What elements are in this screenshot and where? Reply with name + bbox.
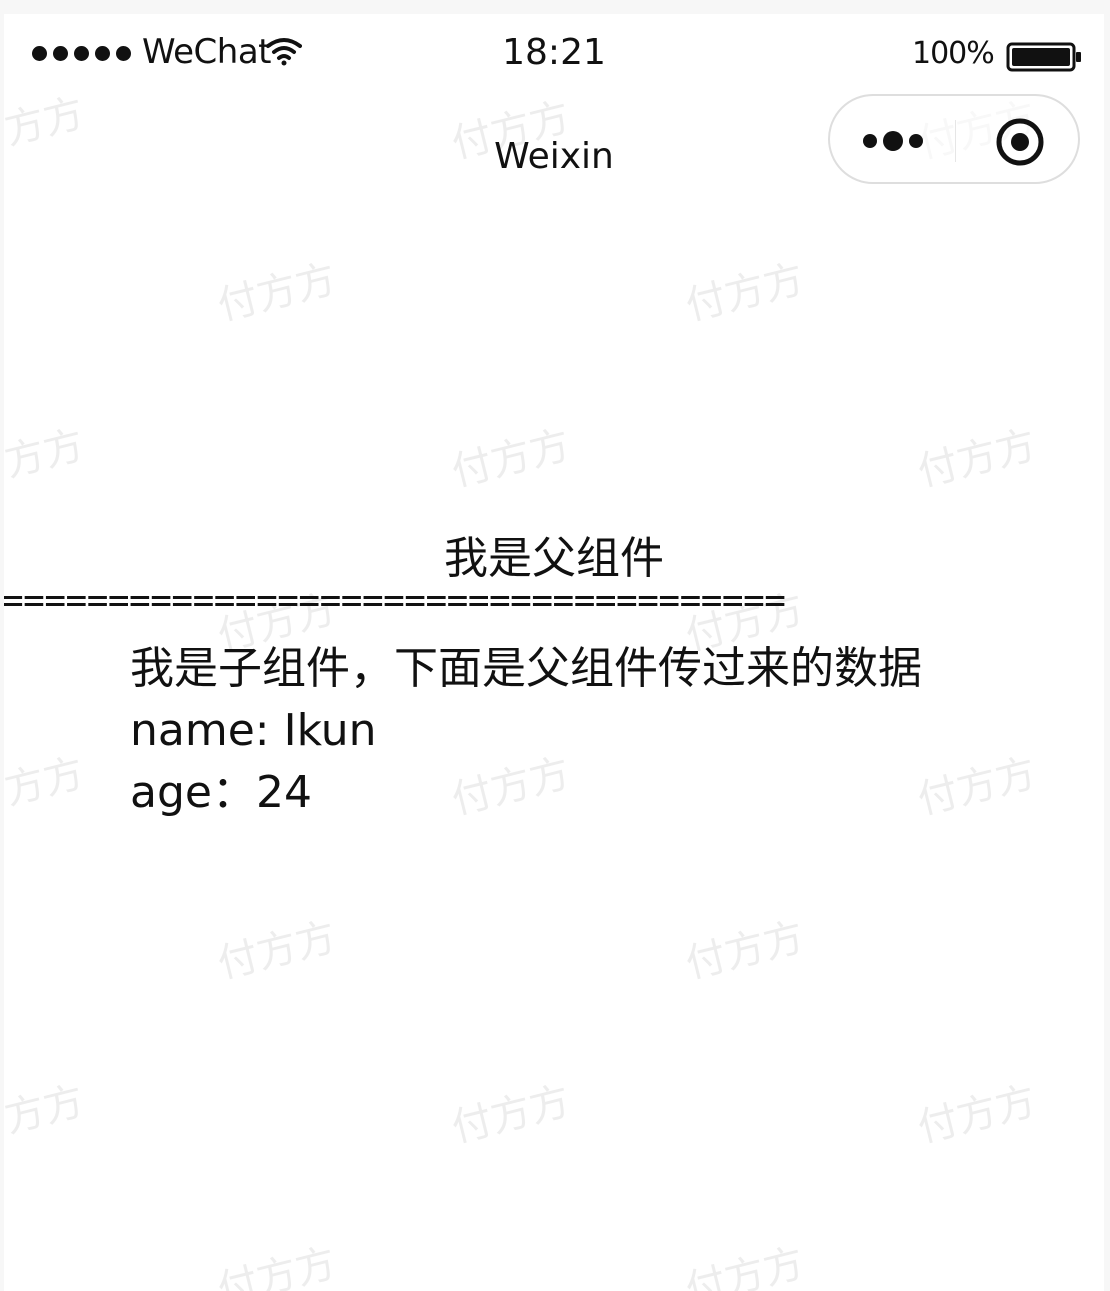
more-icon[interactable] [860, 126, 930, 156]
separator-line: ===================================== [4, 580, 786, 621]
watermark: 付方方 [4, 1078, 89, 1152]
parent-component-text: 我是父组件 [444, 533, 664, 584]
watermark: 付方方 [447, 422, 575, 496]
watermark: 付方方 [913, 750, 1041, 824]
battery-icon [1006, 42, 1081, 72]
watermark: 付方方 [913, 1078, 1041, 1152]
capsule-divider [955, 120, 956, 162]
phone-screen: 付方方 付方方 付方方 付方方 付方方 付方方 付方方 付方方 付方方 付方方 … [4, 14, 1104, 1291]
watermark: 付方方 [4, 422, 89, 496]
watermark: 付方方 [681, 256, 809, 330]
menu-capsule [828, 94, 1080, 184]
child-heading: 我是子组件，下面是父组件传过来的数据 [130, 643, 922, 694]
status-bar: WeChat 18:21 100% [4, 14, 1104, 84]
watermark: 付方方 [4, 750, 89, 824]
watermark: 付方方 [681, 1240, 809, 1291]
child-component: 我是子组件，下面是父组件传过来的数据 name: Ikun age：24 [130, 638, 922, 824]
close-icon[interactable] [994, 116, 1046, 168]
watermark: 付方方 [913, 422, 1041, 496]
watermark: 付方方 [213, 1240, 341, 1291]
watermark: 付方方 [213, 914, 341, 988]
name-line: name: Ikun [130, 705, 377, 756]
watermark: 付方方 [213, 256, 341, 330]
age-line: age：24 [130, 767, 312, 818]
watermark: 付方方 [681, 914, 809, 988]
watermark: 付方方 [447, 1078, 575, 1152]
battery-percent: 100% [912, 36, 995, 71]
